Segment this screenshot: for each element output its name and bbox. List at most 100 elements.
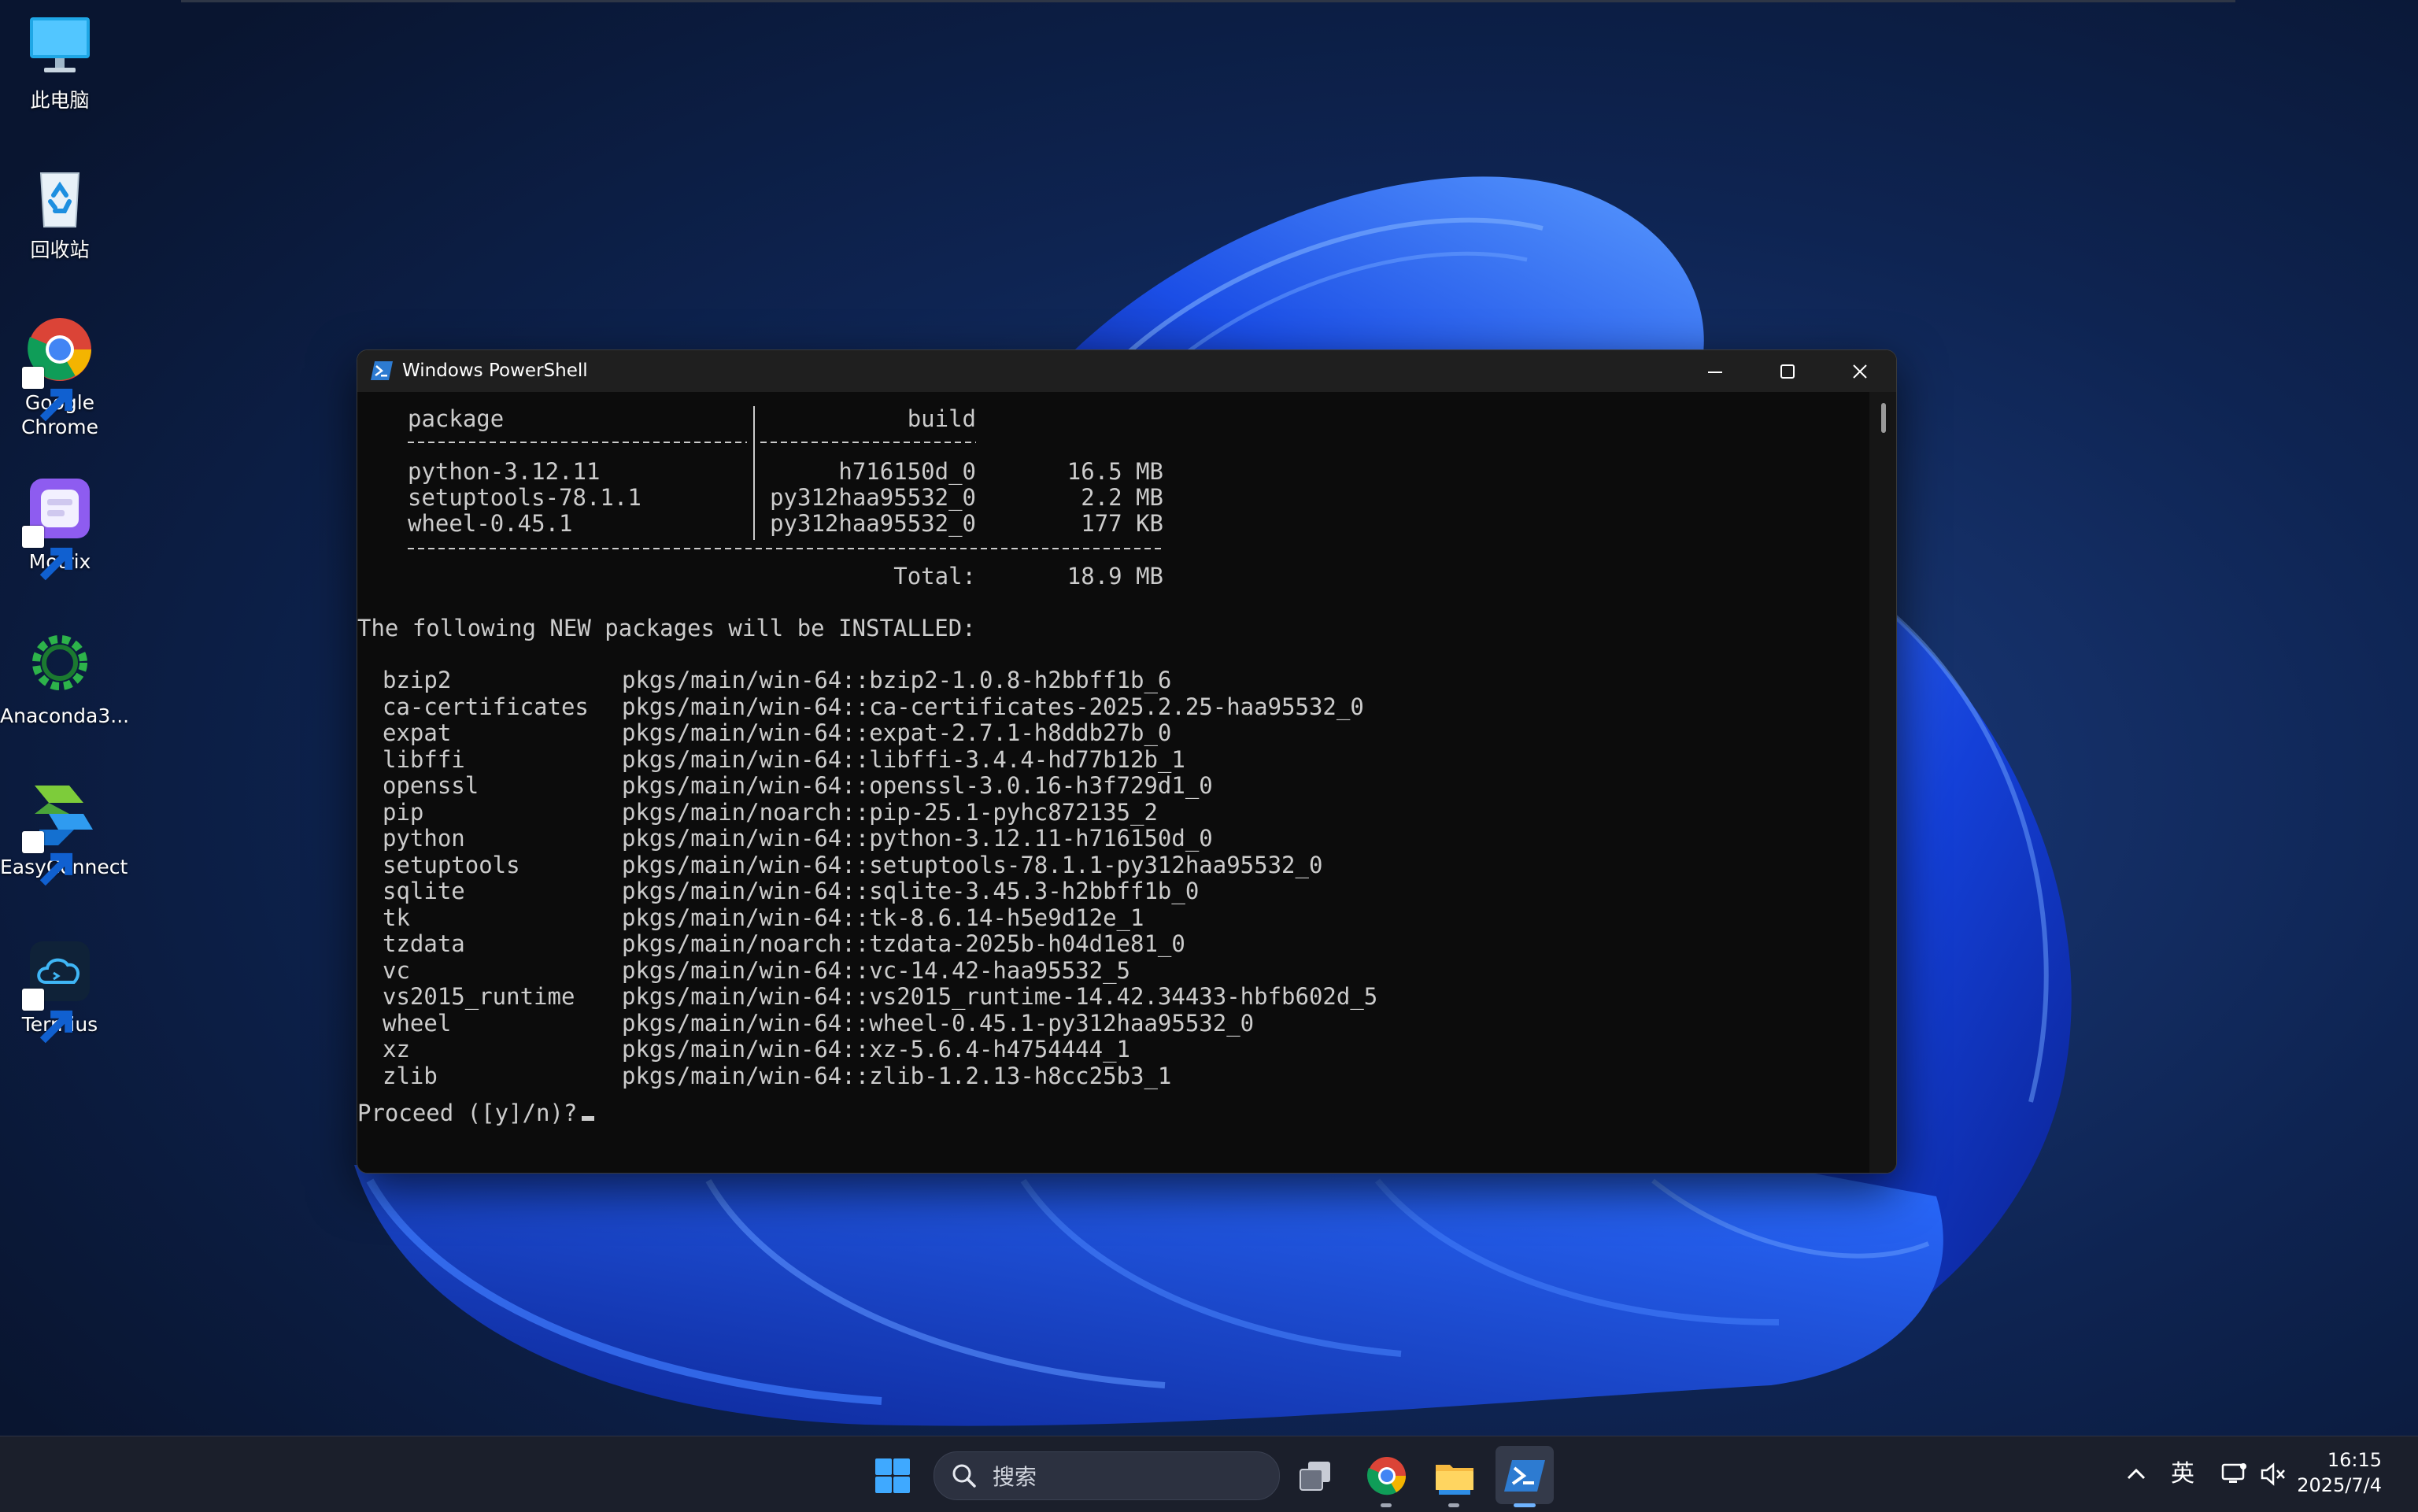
desktop-icon-this-pc[interactable]: 此电脑 [0, 11, 120, 113]
package-name: xz [383, 1036, 410, 1063]
search-placeholder: 搜索 [993, 1464, 1037, 1490]
file-explorer-icon [1436, 1465, 1473, 1495]
package-spec: pkgs/main/win-64::xz-5.6.4-h4754444_1 [622, 1036, 1131, 1063]
ime-indicator[interactable]: 英 [2171, 1458, 2194, 1490]
package-spec: pkgs/main/win-64::vs2015_runtime-14.42.3… [622, 983, 1378, 1010]
package-spec: pkgs/main/win-64::ca-certificates-2025.2… [622, 693, 1364, 720]
desktop-icon-anaconda[interactable]: Anaconda3... [0, 627, 130, 728]
start-icon [875, 1458, 910, 1493]
desktop-icon-chrome[interactable]: Google Chrome [0, 313, 120, 439]
start-button[interactable] [869, 1452, 916, 1499]
volume-button[interactable] [2257, 1458, 2289, 1490]
package-name: vc [383, 956, 410, 984]
summary-header-build: build [907, 405, 976, 432]
shortcut-arrow-icon [22, 367, 73, 422]
shortcut-arrow-icon [22, 526, 73, 581]
package-spec: pkgs/main/win-64::bzip2-1.0.8-h2bbff1b_6 [622, 667, 1172, 693]
computer-icon [30, 17, 90, 72]
powershell-window[interactable]: Windows PowerShell package build python-… [357, 349, 1897, 1174]
package-name: pip [383, 798, 424, 826]
desktop-icon-label: 此电脑 [30, 89, 90, 112]
chrome-icon [1366, 1457, 1407, 1495]
minimize-button[interactable] [1679, 350, 1751, 392]
task-view-button[interactable] [1292, 1452, 1340, 1499]
window-titlebar[interactable]: Windows PowerShell [357, 350, 1896, 392]
taskbar-chrome[interactable] [1363, 1452, 1410, 1507]
package-name: ca-certificates [383, 693, 589, 720]
taskbar-powershell[interactable] [1501, 1452, 1548, 1507]
running-indicator [1448, 1503, 1459, 1507]
package-spec: pkgs/main/win-64::python-3.12.11-h716150… [622, 825, 1213, 852]
clock-date: 2025/7/4 [2297, 1474, 2382, 1496]
search-icon [952, 1464, 976, 1488]
powershell-icon [370, 360, 394, 382]
summary-total-rule [408, 548, 1163, 549]
desktop-icon-easyconnect[interactable]: EasyConnect [0, 778, 128, 886]
minimize-icon [1708, 371, 1722, 373]
package-spec: pkgs/main/win-64::wheel-0.45.1-py312haa9… [622, 1009, 1255, 1037]
package-spec: pkgs/main/win-64::libffi-3.4.4-hd77b12b_… [622, 745, 1185, 773]
console-scrollbar[interactable] [1869, 392, 1896, 1173]
summary-header-rule [760, 442, 976, 443]
window-title: Windows PowerShell [402, 360, 588, 381]
network-button[interactable] [2218, 1458, 2250, 1490]
package-spec: pkgs/main/win-64::expat-2.7.1-h8ddb27b_0 [622, 719, 1172, 746]
task-view-icon [1300, 1462, 1330, 1491]
package-name: sqlite [383, 878, 465, 904]
package-name: tzdata [383, 930, 465, 957]
package-spec: pkgs/main/win-64::zlib-1.2.13-h8cc25b3_1 [622, 1062, 1172, 1089]
package-name: zlib [383, 1062, 438, 1089]
network-icon [2221, 1463, 2246, 1483]
volume-muted-icon [2261, 1462, 2285, 1486]
running-indicator [1381, 1503, 1392, 1507]
powershell-icon [1504, 1460, 1545, 1492]
proceed-prompt[interactable]: Proceed ([y]/n)? [357, 1100, 595, 1126]
text-cursor [582, 1116, 595, 1121]
package-name: openssl [383, 772, 479, 799]
clock-time: 16:15 [2327, 1449, 2382, 1471]
console-output[interactable]: package build python-3.12.11 h716150d_0 … [357, 392, 1869, 1173]
maximize-icon [1780, 364, 1795, 379]
chevron-up-icon [2127, 1468, 2146, 1480]
package-name: libffi [383, 745, 465, 773]
shortcut-arrow-icon [22, 831, 73, 886]
package-name: wheel [383, 1009, 452, 1037]
desktop-icon-label: Anaconda3... [0, 704, 130, 727]
package-spec: pkgs/main/noarch::tzdata-2025b-h04d1e81_… [622, 930, 1185, 957]
tray-overflow-button[interactable] [2120, 1458, 2152, 1490]
package-spec: pkgs/main/win-64::tk-8.6.14-h5e9d12e_1 [622, 904, 1144, 931]
shortcut-arrow-icon [22, 989, 73, 1044]
scrollbar-thumb[interactable] [1881, 403, 1886, 433]
anaconda-icon [32, 635, 87, 690]
package-name: bzip2 [383, 667, 452, 693]
new-packages-heading: The following NEW packages will be INSTA… [357, 615, 976, 641]
desktop-icon-termius[interactable]: Termius [0, 935, 120, 1044]
package-spec: pkgs/main/win-64::vc-14.42-haa95532_5 [622, 956, 1131, 984]
summary-row-size: 16.5 MB [1067, 458, 1163, 485]
taskbar: 搜索 英 16:15 2025/7/4 [0, 1436, 2418, 1512]
package-spec: pkgs/main/win-64::sqlite-3.45.3-h2bbff1b… [622, 878, 1200, 904]
taskbar-clock[interactable]: 16:15 2025/7/4 [2297, 1447, 2382, 1498]
desktop-icon-label: 回收站 [30, 238, 90, 261]
summary-header-rule [408, 442, 747, 443]
recycle-bin-icon [39, 172, 80, 227]
maximize-button[interactable] [1751, 350, 1824, 392]
package-spec: pkgs/main/noarch::pip-25.1-pyhc872135_2 [622, 798, 1158, 826]
desktop-icon-motrix[interactable]: Motrix [0, 472, 120, 581]
package-name: vs2015_runtime [383, 983, 575, 1010]
package-spec: pkgs/main/win-64::openssl-3.0.16-h3f729d… [622, 772, 1213, 799]
close-button[interactable] [1824, 350, 1896, 392]
close-icon [1853, 364, 1867, 379]
taskbar-search-box[interactable]: 搜索 [934, 1451, 1280, 1500]
taskbar-file-explorer[interactable] [1431, 1452, 1478, 1507]
package-name: python [383, 825, 465, 852]
desktop-icon-recycle-bin[interactable]: 回收站 [0, 161, 120, 262]
summary-total-value: 18.9 MB [1067, 563, 1163, 590]
package-name: setuptools [383, 851, 520, 878]
summary-row-size: 177 KB [1081, 510, 1163, 537]
package-name: tk [383, 904, 410, 931]
running-indicator [1514, 1503, 1536, 1507]
package-name: expat [383, 719, 452, 746]
package-spec: pkgs/main/win-64::setuptools-78.1.1-py31… [622, 851, 1323, 878]
summary-row-size: 2.2 MB [1081, 484, 1163, 511]
